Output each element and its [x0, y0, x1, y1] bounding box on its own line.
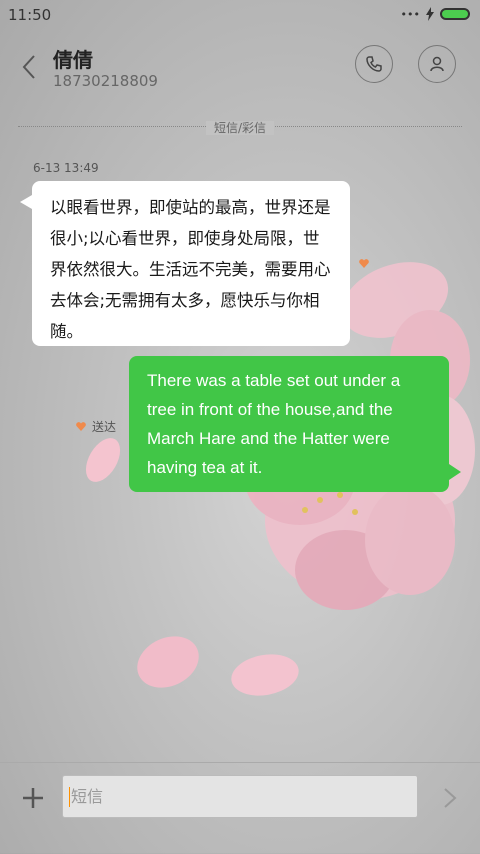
phone-icon — [366, 56, 382, 72]
delivery-status-label: 送达 — [92, 420, 117, 434]
message-input[interactable] — [62, 775, 418, 818]
incoming-message-text: 以眼看世界，即使站的最高，世界还是很小;以心看世界，即使身处局限，世界依然很大。… — [50, 198, 331, 341]
status-time: 11:50 — [8, 6, 52, 24]
battery-icon — [440, 8, 470, 20]
contact-number: 18730218809 — [53, 72, 158, 90]
incoming-message-bubble[interactable]: 以眼看世界，即使站的最高，世界还是很小;以心看世界，即使身处局限，世界依然很大。… — [20, 181, 350, 346]
call-button[interactable] — [355, 45, 393, 83]
message-type-divider: 短信/彩信 — [0, 119, 480, 136]
send-arrow-icon[interactable] — [440, 785, 460, 811]
delivery-status: 送达 — [76, 418, 116, 435]
wifi-icon: ••• — [400, 7, 420, 21]
outgoing-message-text: There was a table set out under a tree i… — [147, 371, 401, 477]
text-cursor — [69, 787, 70, 807]
plus-icon[interactable] — [20, 785, 46, 811]
back-arrow-icon[interactable] — [18, 52, 42, 82]
person-icon — [430, 56, 444, 72]
status-icons: ••• — [401, 6, 470, 22]
divider-label: 短信/彩信 — [205, 121, 275, 135]
contact-info-button[interactable] — [418, 45, 456, 83]
message-timestamp: 6-13 13:49 — [33, 161, 99, 175]
outgoing-message-bubble[interactable]: There was a table set out under a tree i… — [129, 356, 461, 492]
heart-icon — [76, 422, 86, 431]
contact-name: 倩倩 — [53, 48, 93, 72]
heart-icon — [359, 259, 369, 268]
charging-icon — [426, 7, 434, 21]
